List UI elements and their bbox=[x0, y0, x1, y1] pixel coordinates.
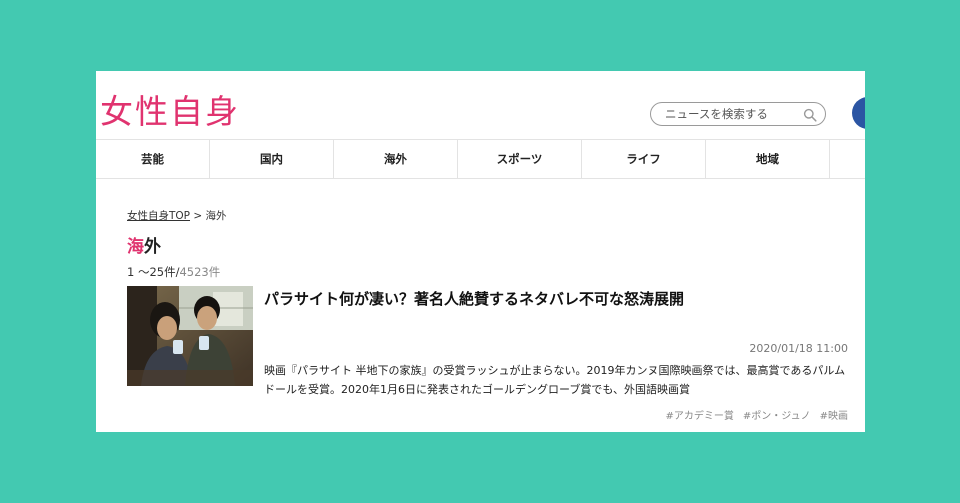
tag-link[interactable]: #ポン・ジュノ bbox=[743, 407, 811, 422]
page-title: 海外 bbox=[127, 232, 161, 257]
article-thumbnail[interactable] bbox=[127, 286, 253, 386]
search-icon[interactable] bbox=[803, 108, 817, 122]
nav-item-region[interactable]: 地域 bbox=[706, 140, 830, 178]
page-title-accent: 海 bbox=[127, 237, 144, 257]
breadcrumb: 女性自身TOP > 海外 bbox=[127, 208, 227, 223]
result-total: 4523件 bbox=[179, 265, 221, 279]
article-title-link[interactable]: パラサイト何が凄い？著名人絶賛するネタバレ不可な怒涛展開 bbox=[264, 288, 684, 309]
result-count: 1 ～25件/4523件 bbox=[127, 264, 220, 280]
article-summary: 映画『パラサイト 半地下の家族』の受賞ラッシュが止まらない。2019年カンヌ国際… bbox=[264, 364, 846, 396]
page-title-rest: 外 bbox=[144, 237, 161, 257]
breadcrumb-home-link[interactable]: 女性自身TOP bbox=[127, 210, 190, 222]
category-nav: 芸能 国内 海外 スポーツ ライフ 地域 bbox=[96, 139, 865, 179]
site-header: 女性自身 bbox=[96, 71, 865, 139]
article-date: 2020/01/18 11:00 bbox=[749, 342, 848, 355]
tag-link[interactable]: #アカデミー賞 bbox=[666, 407, 734, 422]
tag-link[interactable]: #映画 bbox=[820, 407, 848, 422]
menu-button[interactable] bbox=[852, 97, 865, 129]
breadcrumb-current: 海外 bbox=[205, 210, 227, 222]
nav-item-life[interactable]: ライフ bbox=[582, 140, 706, 178]
result-range: 1 ～25件/ bbox=[127, 265, 180, 279]
thumbnail-image bbox=[127, 286, 253, 386]
search-box[interactable] bbox=[650, 102, 826, 126]
page-container: 女性自身 芸能 国内 海外 スポーツ ライフ 地域 女性自身TOP > 海外 海… bbox=[96, 71, 865, 432]
nav-item-domestic[interactable]: 国内 bbox=[210, 140, 334, 178]
search-input[interactable] bbox=[665, 106, 797, 122]
nav-item-sports[interactable]: スポーツ bbox=[458, 140, 582, 178]
article-tags: #アカデミー賞 #ポン・ジュノ #映画 bbox=[666, 407, 848, 422]
nav-item-entertainment[interactable]: 芸能 bbox=[96, 140, 210, 178]
breadcrumb-separator: > bbox=[190, 210, 206, 222]
nav-item-more[interactable] bbox=[830, 140, 865, 178]
nav-item-overseas[interactable]: 海外 bbox=[334, 140, 458, 178]
site-logo[interactable]: 女性自身 bbox=[100, 85, 240, 133]
